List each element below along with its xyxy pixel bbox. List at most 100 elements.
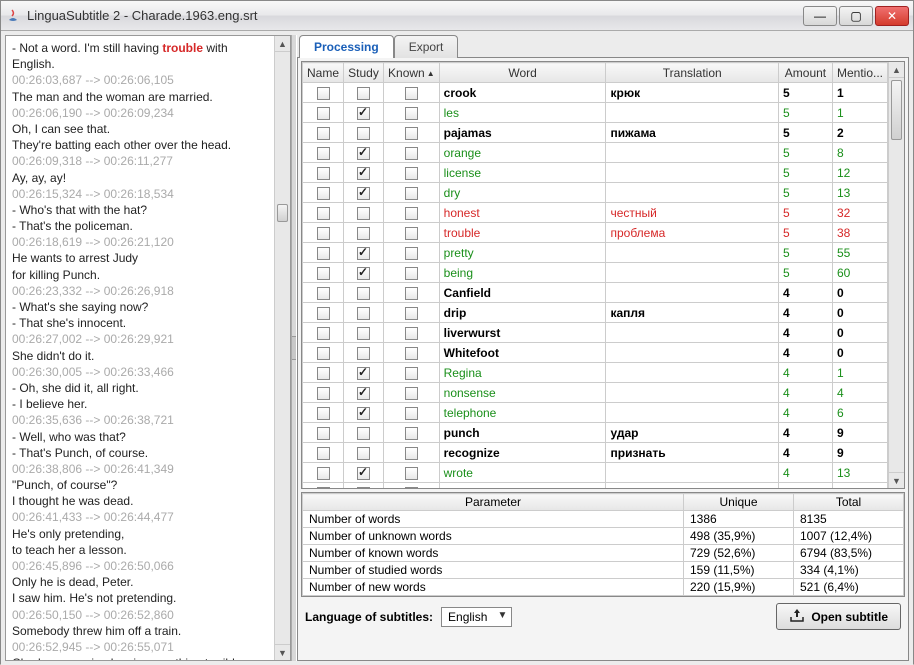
- translation-cell[interactable]: честный: [606, 203, 778, 223]
- name-checkbox[interactable]: [303, 483, 344, 489]
- known-checkbox[interactable]: [384, 343, 440, 363]
- translation-cell[interactable]: [606, 163, 778, 183]
- word-cell[interactable]: dumb: [439, 483, 606, 489]
- table-row[interactable]: recognizeпризнать49: [303, 443, 888, 463]
- word-cell[interactable]: wrote: [439, 463, 606, 483]
- translation-cell[interactable]: [606, 183, 778, 203]
- word-cell[interactable]: punch: [439, 423, 606, 443]
- name-checkbox[interactable]: [303, 423, 344, 443]
- name-checkbox[interactable]: [303, 343, 344, 363]
- scroll-down-icon[interactable]: ▼: [889, 472, 904, 488]
- study-checkbox[interactable]: [344, 263, 384, 283]
- study-checkbox[interactable]: [344, 323, 384, 343]
- table-row[interactable]: troubleпроблема538: [303, 223, 888, 243]
- translation-cell[interactable]: [606, 143, 778, 163]
- maximize-button[interactable]: ▢: [839, 6, 873, 26]
- study-checkbox[interactable]: [344, 443, 384, 463]
- study-checkbox[interactable]: [344, 483, 384, 489]
- table-row[interactable]: nonsense44: [303, 383, 888, 403]
- table-row[interactable]: liverwurst40: [303, 323, 888, 343]
- scroll-thumb[interactable]: [277, 204, 288, 222]
- study-checkbox[interactable]: [344, 83, 384, 103]
- translation-cell[interactable]: признать: [606, 443, 778, 463]
- translation-cell[interactable]: [606, 283, 778, 303]
- study-checkbox[interactable]: [344, 183, 384, 203]
- study-checkbox[interactable]: [344, 303, 384, 323]
- name-checkbox[interactable]: [303, 103, 344, 123]
- name-checkbox[interactable]: [303, 83, 344, 103]
- study-checkbox[interactable]: [344, 123, 384, 143]
- study-checkbox[interactable]: [344, 243, 384, 263]
- known-checkbox[interactable]: [384, 203, 440, 223]
- table-row[interactable]: dripкапля40: [303, 303, 888, 323]
- table-row[interactable]: dry513: [303, 183, 888, 203]
- tab-processing[interactable]: Processing: [299, 35, 394, 58]
- known-checkbox[interactable]: [384, 163, 440, 183]
- language-select[interactable]: English: [441, 607, 512, 627]
- table-row[interactable]: telephone46: [303, 403, 888, 423]
- study-checkbox[interactable]: [344, 383, 384, 403]
- study-checkbox[interactable]: [344, 283, 384, 303]
- word-cell[interactable]: drip: [439, 303, 606, 323]
- scroll-up-icon[interactable]: ▲: [275, 36, 290, 52]
- study-checkbox[interactable]: [344, 363, 384, 383]
- name-checkbox[interactable]: [303, 303, 344, 323]
- known-checkbox[interactable]: [384, 123, 440, 143]
- word-cell[interactable]: telephone: [439, 403, 606, 423]
- word-cell[interactable]: dry: [439, 183, 606, 203]
- translation-cell[interactable]: [606, 463, 778, 483]
- study-checkbox[interactable]: [344, 223, 384, 243]
- known-checkbox[interactable]: [384, 263, 440, 283]
- translation-cell[interactable]: [606, 263, 778, 283]
- col-known[interactable]: Known▲: [384, 63, 440, 83]
- study-checkbox[interactable]: [344, 423, 384, 443]
- word-cell[interactable]: orange: [439, 143, 606, 163]
- translation-cell[interactable]: [606, 243, 778, 263]
- table-row[interactable]: orange58: [303, 143, 888, 163]
- table-row[interactable]: dumbнемой415: [303, 483, 888, 489]
- name-checkbox[interactable]: [303, 243, 344, 263]
- table-row[interactable]: crookкрюк51: [303, 83, 888, 103]
- name-checkbox[interactable]: [303, 183, 344, 203]
- translation-cell[interactable]: [606, 403, 778, 423]
- study-checkbox[interactable]: [344, 203, 384, 223]
- word-cell[interactable]: crook: [439, 83, 606, 103]
- study-checkbox[interactable]: [344, 343, 384, 363]
- col-mention[interactable]: Mentio...: [832, 63, 887, 83]
- left-scrollbar[interactable]: ▲ ▼: [274, 36, 290, 660]
- name-checkbox[interactable]: [303, 203, 344, 223]
- name-checkbox[interactable]: [303, 123, 344, 143]
- word-cell[interactable]: recognize: [439, 443, 606, 463]
- study-checkbox[interactable]: [344, 463, 384, 483]
- splitter[interactable]: [291, 35, 297, 661]
- word-cell[interactable]: Canfield: [439, 283, 606, 303]
- known-checkbox[interactable]: [384, 403, 440, 423]
- translation-cell[interactable]: крюк: [606, 83, 778, 103]
- table-row[interactable]: being560: [303, 263, 888, 283]
- name-checkbox[interactable]: [303, 403, 344, 423]
- table-row[interactable]: pretty555: [303, 243, 888, 263]
- translation-cell[interactable]: [606, 383, 778, 403]
- name-checkbox[interactable]: [303, 223, 344, 243]
- translation-cell[interactable]: немой: [606, 483, 778, 489]
- known-checkbox[interactable]: [384, 383, 440, 403]
- study-checkbox[interactable]: [344, 143, 384, 163]
- table-row[interactable]: les51: [303, 103, 888, 123]
- word-cell[interactable]: liverwurst: [439, 323, 606, 343]
- name-checkbox[interactable]: [303, 363, 344, 383]
- word-cell[interactable]: Regina: [439, 363, 606, 383]
- known-checkbox[interactable]: [384, 183, 440, 203]
- table-row[interactable]: pajamasпижама52: [303, 123, 888, 143]
- word-cell[interactable]: license: [439, 163, 606, 183]
- tab-export[interactable]: Export: [394, 35, 459, 58]
- study-checkbox[interactable]: [344, 163, 384, 183]
- open-subtitle-button[interactable]: Open subtitle: [776, 603, 901, 630]
- table-scrollbar[interactable]: ▲ ▼: [888, 62, 904, 488]
- table-row[interactable]: license512: [303, 163, 888, 183]
- minimize-button[interactable]: —: [803, 6, 837, 26]
- known-checkbox[interactable]: [384, 143, 440, 163]
- translation-cell[interactable]: пижама: [606, 123, 778, 143]
- table-row[interactable]: wrote413: [303, 463, 888, 483]
- scroll-down-icon[interactable]: ▼: [275, 644, 290, 660]
- table-row[interactable]: Whitefoot40: [303, 343, 888, 363]
